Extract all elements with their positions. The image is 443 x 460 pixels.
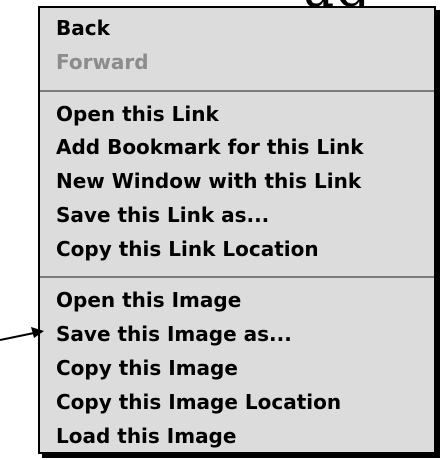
context-menu: Back Forward Open this Link Add Bookmark… [38,6,436,454]
menu-item-new-window-link[interactable]: New Window with this Link [56,169,361,193]
menu-item-copy-link-location[interactable]: Copy this Link Location [56,237,319,261]
menu-separator [40,276,434,278]
menu-item-open-image[interactable]: Open this Image [56,288,241,312]
menu-item-add-bookmark-link[interactable]: Add Bookmark for this Link [56,135,364,159]
menu-item-copy-image[interactable]: Copy this Image [56,356,238,380]
pointer-arrow-icon [0,327,44,341]
menu-item-save-image-as[interactable]: Save this Image as... [56,322,292,346]
menu-item-save-link-as[interactable]: Save this Link as... [56,203,269,227]
menu-item-forward: Forward [56,50,149,74]
menu-item-open-link[interactable]: Open this Link [56,102,219,126]
menu-separator [40,90,434,92]
menu-item-copy-image-location[interactable]: Copy this Image Location [56,390,341,414]
menu-item-back[interactable]: Back [56,16,110,40]
menu-item-load-image[interactable]: Load this Image [56,424,236,448]
